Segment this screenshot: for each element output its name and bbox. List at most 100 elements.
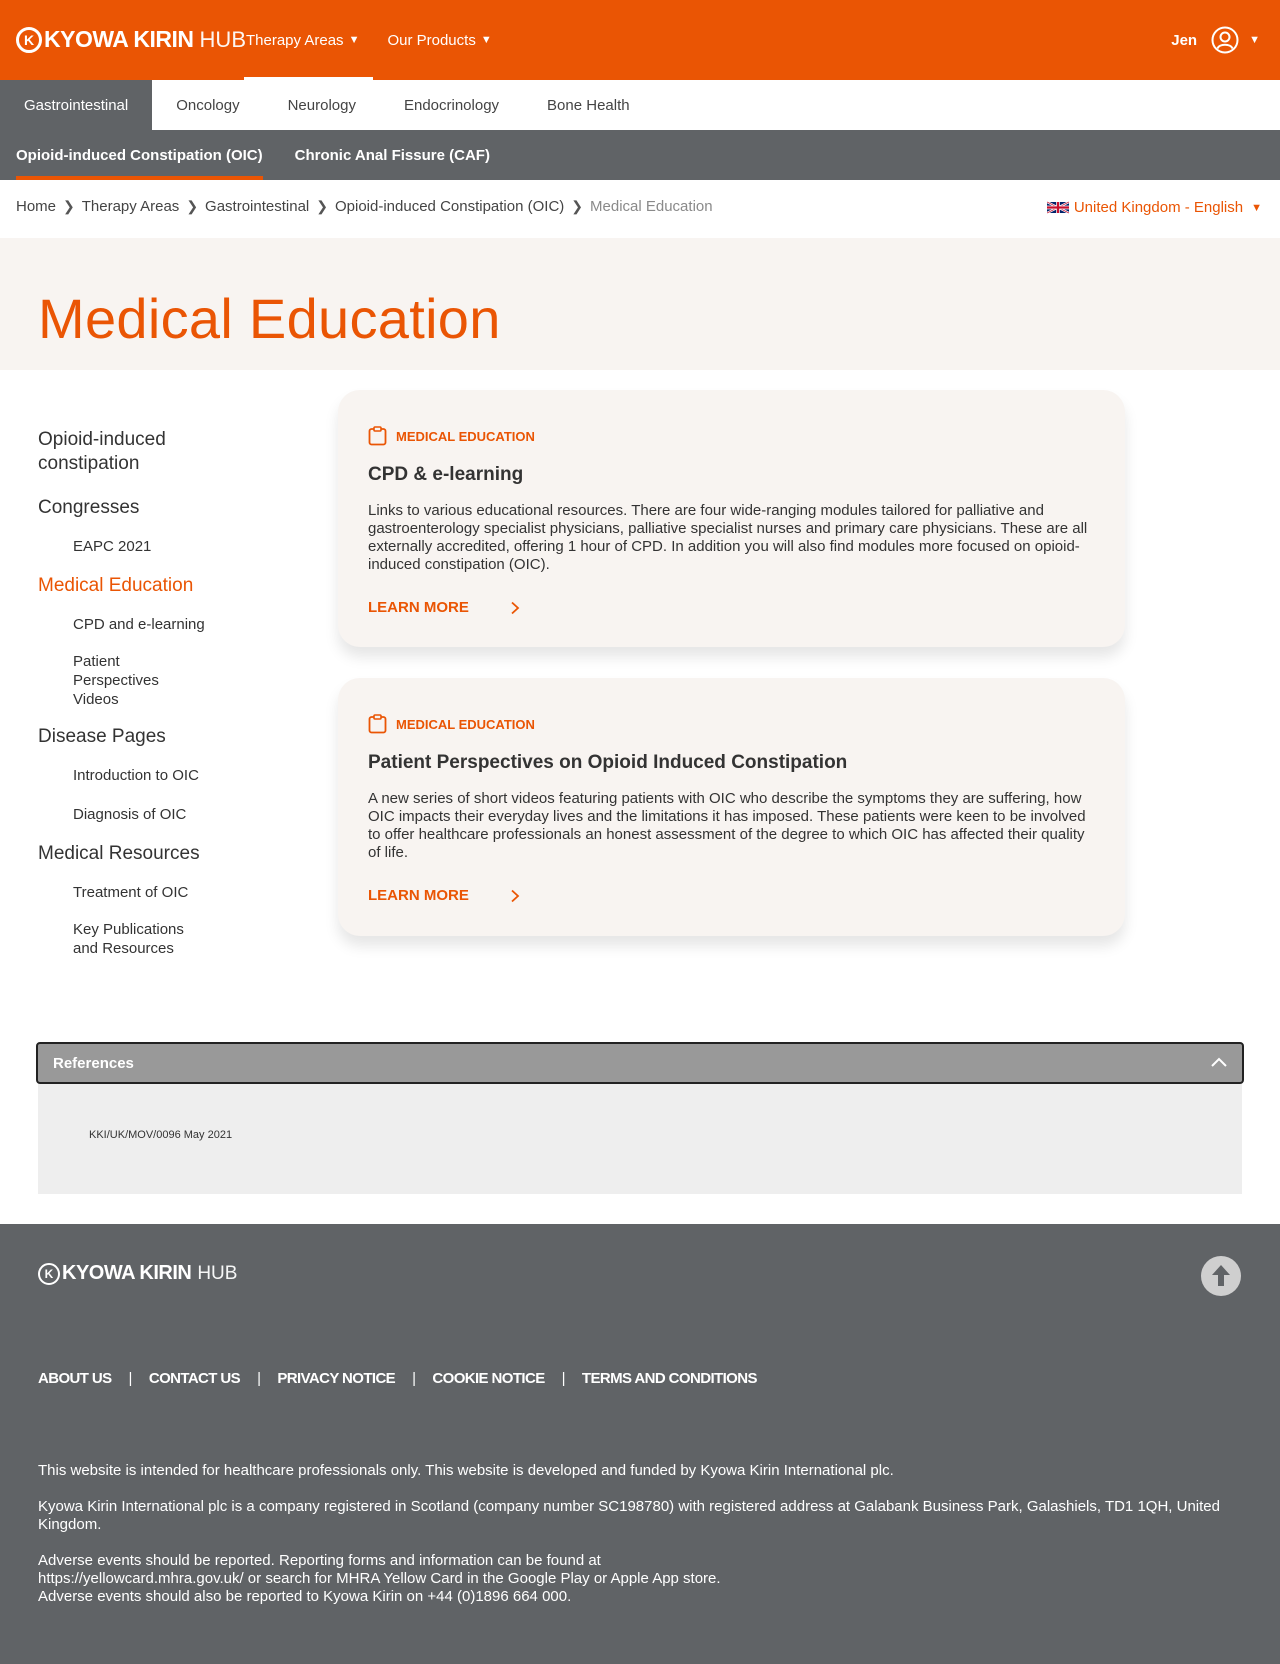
footer-adverse-events: Adverse events should be reported. Repor… xyxy=(38,1552,1238,1606)
back-to-top-button[interactable] xyxy=(1201,1256,1241,1296)
site-footer: K KYOWA KIRIN HUB ABOUT US | CONTACT US … xyxy=(0,1224,1280,1664)
link-divider: | xyxy=(561,1370,566,1387)
logo-wordmark: KYOWA KIRIN xyxy=(62,1262,192,1284)
card-category-label: MEDICAL EDUCATION xyxy=(396,716,535,732)
chevron-up-icon xyxy=(1211,1057,1227,1067)
sidebar-item-eapc-2021[interactable]: EAPC 2021 xyxy=(73,537,258,556)
link-divider: | xyxy=(257,1370,261,1387)
logo-hub-text: HUB xyxy=(199,26,246,52)
footer-company-info: Kyowa Kirin International plc is a compa… xyxy=(38,1498,1220,1533)
logo-wordmark: KYOWA KIRIN xyxy=(44,26,194,52)
breadcrumb-bar: Home ❯ Therapy Areas ❯ Gastrointestinal … xyxy=(0,180,1280,238)
chevron-right-icon: ❯ xyxy=(316,198,328,214)
job-code: KKI/UK/MOV/0096 May 2021 xyxy=(89,1129,233,1141)
logo-hub-text: HUB xyxy=(197,1262,238,1284)
adverse-events-line-1: Adverse events should be reported. Repor… xyxy=(38,1552,601,1569)
resource-card: MEDICAL EDUCATION CPD & e-learning Links… xyxy=(338,390,1125,647)
sidebar-item-introduction-oic[interactable]: Introduction to OIC xyxy=(73,766,258,785)
sidebar-item-treatment-oic[interactable]: Treatment of OIC xyxy=(73,883,258,902)
footer-link-privacy[interactable]: PRIVACY NOTICE xyxy=(277,1370,395,1387)
caret-down-icon: ▼ xyxy=(348,34,360,46)
link-divider: | xyxy=(412,1370,416,1387)
breadcrumb-therapy-areas[interactable]: Therapy Areas xyxy=(82,198,180,215)
clipboard-icon xyxy=(368,714,387,734)
page-title: Medical Education xyxy=(38,287,501,350)
breadcrumb-home[interactable]: Home xyxy=(16,198,56,215)
chevron-right-icon xyxy=(511,601,520,614)
condition-subtabs: Opioid-induced Constipation (OIC) Chroni… xyxy=(0,130,1280,180)
card-title: CPD & e-learning xyxy=(368,464,524,485)
card-description: A new series of short videos featuring p… xyxy=(368,790,1086,861)
card-category: MEDICAL EDUCATION xyxy=(368,714,535,734)
sidebar-item-diagnosis-oic[interactable]: Diagnosis of OIC xyxy=(73,805,258,824)
chevron-right-icon: ❯ xyxy=(186,198,199,214)
sidebar-item-key-publications[interactable]: Key Publications and Resources xyxy=(73,920,193,958)
learn-more-label: LEARN MORE xyxy=(368,887,469,904)
adverse-events-line-2: https://yellowcard.mhra.gov.uk/ or searc… xyxy=(38,1570,721,1587)
references-toggle[interactable]: References xyxy=(36,1042,1244,1084)
kyowa-kirin-hub-logo[interactable]: K KYOWA KIRIN HUB xyxy=(16,26,246,53)
page-hero: Medical Education xyxy=(0,238,1280,370)
subtab-caf[interactable]: Chronic Anal Fissure (CAF) xyxy=(295,130,490,180)
tab-bone-health[interactable]: Bone Health xyxy=(523,80,654,130)
top-header: K KYOWA KIRIN HUB Therapy Areas ▼ Our Pr… xyxy=(0,0,1280,80)
logo-badge: K xyxy=(38,1262,60,1285)
card-description: Links to various educational resources. … xyxy=(368,502,1088,573)
chevron-right-icon: ❯ xyxy=(571,198,584,214)
card-title: Patient Perspectives on Opioid Induced C… xyxy=(368,752,848,773)
user-menu[interactable]: Jen ▼ xyxy=(1171,26,1260,54)
footer-links: ABOUT US | CONTACT US | PRIVACY NOTICE |… xyxy=(38,1370,757,1387)
footer-logo[interactable]: K KYOWA KIRIN HUB xyxy=(38,1262,237,1285)
tab-gastrointestinal[interactable]: Gastrointestinal xyxy=(0,80,153,130)
sidebar-item-congresses[interactable]: Congresses xyxy=(38,496,258,520)
arrow-up-icon xyxy=(1212,1265,1230,1286)
locale-selector[interactable]: United Kingdom - English ▼ xyxy=(1046,199,1262,216)
sidebar-item-disease-pages[interactable]: Disease Pages xyxy=(38,725,258,749)
section-sidebar: Opioid-induced constipation Congresses E… xyxy=(38,428,258,958)
sidebar-item-patient-perspectives[interactable]: Patient Perspectives Videos xyxy=(73,652,173,709)
learn-more-link[interactable]: LEARN MORE xyxy=(368,887,521,904)
learn-more-link[interactable]: LEARN MORE xyxy=(368,599,521,616)
caret-down-icon: ▼ xyxy=(1249,34,1260,46)
nav-our-products[interactable]: Our Products ▼ xyxy=(387,0,491,80)
nav-therapy-areas-label: Therapy Areas xyxy=(246,31,344,49)
footer-link-terms[interactable]: TERMS AND CONDITIONS xyxy=(582,1370,758,1387)
caret-down-icon: ▼ xyxy=(480,34,492,46)
tab-oncology[interactable]: Oncology xyxy=(152,80,263,130)
user-name: Jen xyxy=(1171,31,1198,49)
resource-card: MEDICAL EDUCATION Patient Perspectives o… xyxy=(338,678,1125,936)
footer-link-about[interactable]: ABOUT US xyxy=(38,1370,112,1387)
card-category: MEDICAL EDUCATION xyxy=(368,426,535,446)
caret-down-icon: ▼ xyxy=(1251,201,1262,214)
sidebar-item-oic[interactable]: Opioid-induced constipation xyxy=(38,428,188,476)
link-divider: | xyxy=(128,1370,133,1387)
card-category-label: MEDICAL EDUCATION xyxy=(396,428,535,444)
footer-disclaimer: This website is intended for healthcare … xyxy=(38,1462,894,1479)
sidebar-item-medical-resources[interactable]: Medical Resources xyxy=(38,842,258,866)
footer-link-contact[interactable]: CONTACT US xyxy=(149,1370,241,1387)
breadcrumb-gastrointestinal[interactable]: Gastrointestinal xyxy=(205,198,309,215)
user-account-icon xyxy=(1211,26,1239,54)
footer-link-cookie[interactable]: COOKIE NOTICE xyxy=(432,1370,545,1387)
breadcrumb-current: Medical Education xyxy=(590,198,713,215)
uk-flag-icon xyxy=(1046,201,1069,214)
tab-endocrinology[interactable]: Endocrinology xyxy=(380,80,523,130)
clipboard-icon xyxy=(368,426,387,446)
subtab-oic[interactable]: Opioid-induced Constipation (OIC) xyxy=(16,130,263,180)
logo-badge: K xyxy=(16,26,42,53)
learn-more-label: LEARN MORE xyxy=(368,599,469,616)
breadcrumb: Home ❯ Therapy Areas ❯ Gastrointestinal … xyxy=(16,198,713,215)
locale-label: United Kingdom - English xyxy=(1073,199,1244,216)
chevron-right-icon: ❯ xyxy=(63,198,75,214)
adverse-events-line-3: Adverse events should also be reported t… xyxy=(38,1588,572,1605)
references-label: References xyxy=(53,1055,134,1072)
therapy-area-tabs: Gastrointestinal Oncology Neurology Endo… xyxy=(0,80,1280,130)
tab-neurology[interactable]: Neurology xyxy=(264,80,380,130)
breadcrumb-oic[interactable]: Opioid-induced Constipation (OIC) xyxy=(335,198,564,215)
main-nav: Therapy Areas ▼ Our Products ▼ xyxy=(243,0,520,80)
nav-therapy-areas[interactable]: Therapy Areas ▼ xyxy=(243,0,374,80)
sidebar-item-cpd-e-learning[interactable]: CPD and e-learning xyxy=(73,615,258,634)
sidebar-item-medical-education[interactable]: Medical Education xyxy=(38,574,258,598)
nav-our-products-label: Our Products xyxy=(387,31,476,49)
chevron-right-icon xyxy=(511,889,520,902)
